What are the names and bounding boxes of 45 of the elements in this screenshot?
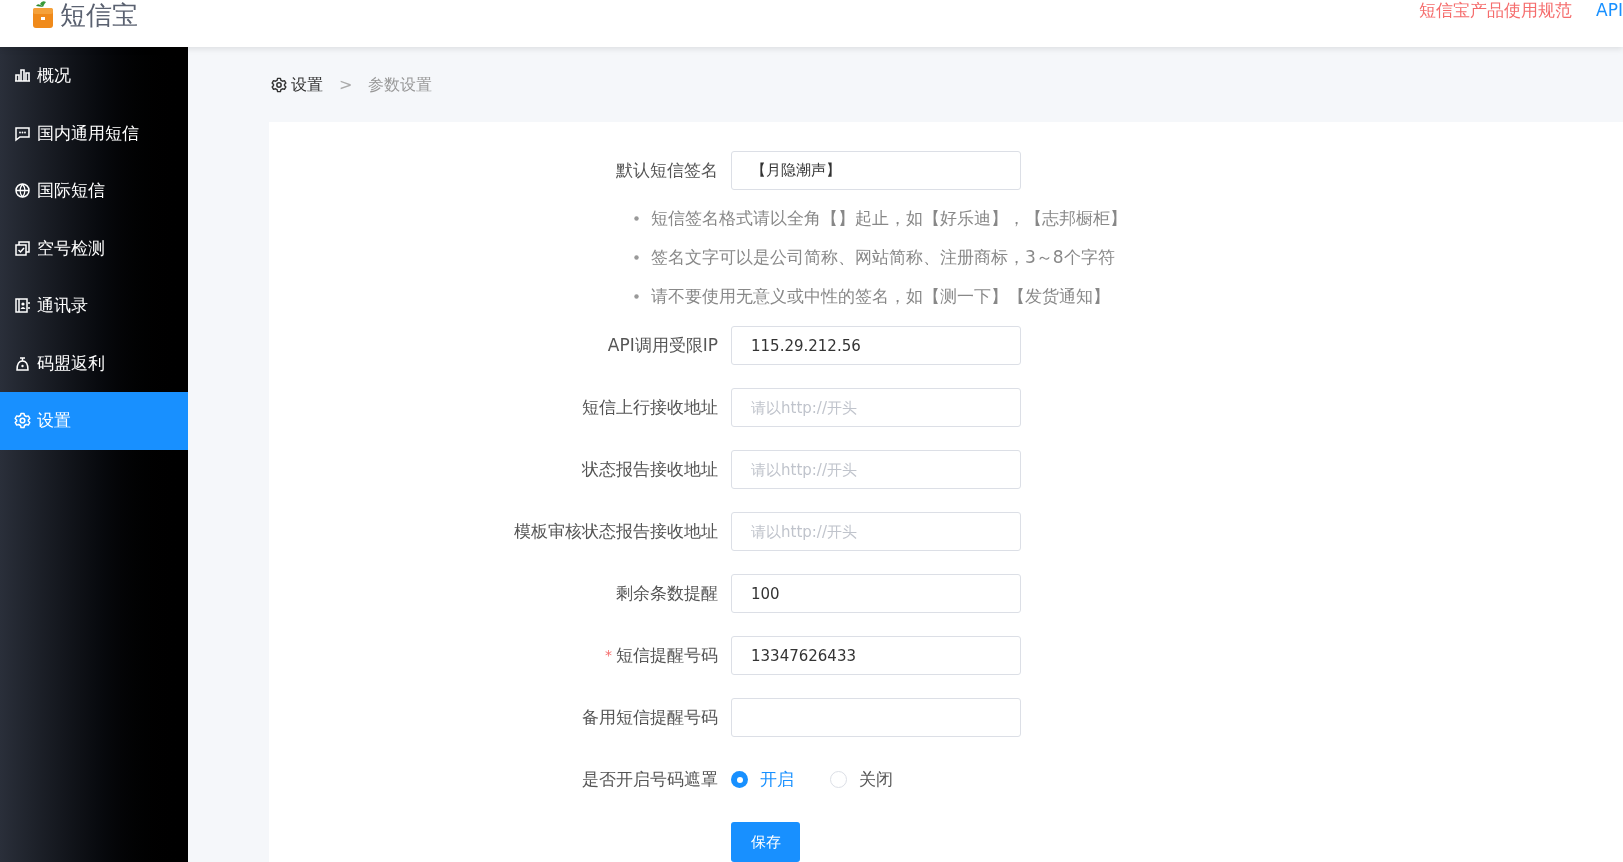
field-label: 短信上行接收地址: [582, 395, 718, 419]
field-label: 是否开启号码遮罩: [582, 767, 718, 791]
logo-text: 短信宝: [60, 2, 138, 28]
field-label: 状态报告接收地址: [582, 457, 718, 481]
sidebar-item[interactable]: 通讯录: [0, 277, 188, 335]
input-field[interactable]: 13347626433: [731, 636, 1021, 675]
bullet-icon: [634, 254, 639, 260]
field-label: 模板审核状态报告接收地址: [514, 519, 718, 543]
money-bag-icon: [14, 354, 31, 372]
breadcrumb-separator: >: [339, 73, 353, 96]
breadcrumb-item[interactable]: 设置: [291, 72, 323, 97]
field-label: 剩余条数提醒: [616, 581, 718, 605]
bullet-icon: [634, 293, 639, 299]
sidebar-item[interactable]: 空号检测: [0, 219, 188, 277]
radio-button[interactable]: [731, 771, 748, 788]
settings-icon: [271, 76, 287, 93]
input-field[interactable]: 请以http://开头: [731, 512, 1021, 551]
input-field[interactable]: 【月隐潮声】: [731, 151, 1021, 190]
sidebar-item[interactable]: 码盟返利: [0, 334, 188, 392]
field-label: 默认短信签名: [616, 158, 718, 182]
contact-book-icon: [14, 297, 31, 315]
hint-text: 短信签名格式请以全角【】起止，如【好乐迪】，【志邦橱柜】: [651, 207, 1127, 230]
breadcrumb-item: 参数设置: [368, 73, 433, 96]
input-field[interactable]: [731, 698, 1021, 737]
hint-text: 签名文字可以是公司简称、网站简称、注册商标，3～8个字符: [651, 246, 1115, 269]
radio-option[interactable]: 关闭: [830, 766, 893, 793]
sidebar-item[interactable]: 概况: [0, 47, 188, 105]
globe-icon: [14, 182, 31, 200]
input-field[interactable]: 请以http://开头: [731, 450, 1021, 489]
radio-button[interactable]: [830, 771, 847, 788]
input-field[interactable]: 100: [731, 574, 1021, 613]
field-label: 短信提醒号码: [616, 643, 718, 667]
bullet-icon: [634, 215, 639, 221]
sidebar-item[interactable]: 国际短信: [0, 162, 188, 220]
checkbox-icon: [14, 239, 31, 257]
field-label: API调用受限IP: [607, 333, 718, 357]
field-label: 备用短信提醒号码: [582, 705, 718, 729]
input-field[interactable]: 请以http://开头: [731, 388, 1021, 427]
sidebar-item[interactable]: 国内通用短信: [0, 104, 188, 162]
chat-bubble-icon: [14, 124, 31, 142]
required-mark: *: [605, 646, 612, 665]
bar-chart-icon: [14, 67, 31, 85]
settings-icon: [14, 412, 31, 430]
input-field[interactable]: 115.29.212.56: [731, 326, 1021, 365]
hint-text: 请不要使用无意义或中性的签名，如【测一下】【发货通知】: [651, 285, 1110, 308]
